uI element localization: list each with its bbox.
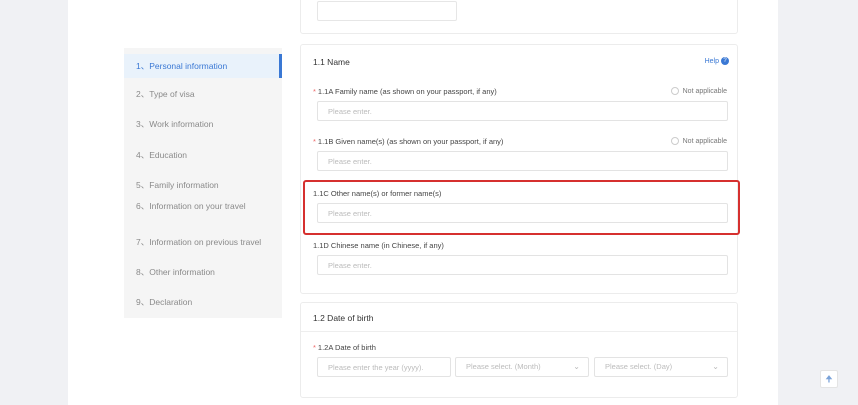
birth-year-input[interactable] — [317, 357, 451, 377]
family-name-label: * 1.1A Family name (as shown on your pass… — [313, 87, 497, 96]
section-title: 1.1 Name — [313, 57, 350, 67]
birth-day-select[interactable]: Please select. (Day) ⌄ — [594, 357, 728, 377]
sidebar-item-personal-information[interactable]: 1、Personal information — [124, 54, 282, 78]
dob-label: * 1.2A Date of birth — [313, 343, 376, 352]
sidebar-item-education[interactable]: 4、Education — [124, 143, 282, 167]
radio-circle-icon[interactable] — [670, 87, 679, 95]
sidebar-item-declaration[interactable]: 9、Declaration — [124, 290, 282, 314]
radio-circle-icon[interactable] — [670, 137, 679, 145]
dob-section-panel: 1.2 Date of birth * 1.2A Date of birth Pl… — [300, 302, 738, 398]
section-divider — [301, 331, 737, 332]
previous-section-panel — [300, 0, 738, 34]
required-marker: * — [313, 137, 316, 146]
arrow-up-icon: 🠉 — [825, 374, 833, 384]
other-names-label: 1.1C Other name(s) or former name(s) — [313, 189, 442, 198]
chinese-name-input[interactable] — [317, 255, 728, 275]
required-marker: * — [313, 343, 316, 352]
given-name-input[interactable] — [317, 151, 728, 171]
scroll-to-top-button[interactable]: 🠉 — [820, 370, 838, 388]
previous-section-input[interactable] — [317, 1, 457, 21]
birth-month-select[interactable]: Please select. (Month) ⌄ — [455, 357, 589, 377]
other-names-input[interactable] — [317, 203, 728, 223]
family-name-input[interactable] — [317, 101, 728, 121]
sidebar-item-other-information[interactable]: 8、Other information — [124, 260, 282, 284]
name-section-panel: 1.1 Name Help ? * 1.1A Family name (as sh… — [300, 44, 738, 294]
required-marker: * — [313, 87, 316, 96]
question-circle-icon: ? — [721, 57, 729, 65]
sidebar-item-previous-travel[interactable]: 7、Information on previous travel — [124, 230, 282, 254]
sidebar-item-travel-information[interactable]: 6、Information on your travel — [124, 194, 282, 218]
chevron-down-icon: ⌄ — [573, 362, 580, 371]
given-name-not-applicable[interactable]: Not applicable — [670, 137, 727, 145]
given-name-label: * 1.1B Given name(s) (as shown on your pa… — [313, 137, 504, 146]
sidebar-item-work-information[interactable]: 3、Work information — [124, 112, 282, 136]
section-title: 1.2 Date of birth — [313, 313, 374, 323]
chevron-down-icon: ⌄ — [712, 362, 719, 371]
help-label: Help — [704, 57, 719, 65]
chinese-name-label: 1.1D Chinese name (in Chinese, if any) — [313, 241, 444, 250]
family-name-not-applicable[interactable]: Not applicable — [670, 87, 727, 95]
section-nav-sidebar: 1、Personal information 2、Type of visa 3、… — [124, 48, 282, 318]
sidebar-item-type-of-visa[interactable]: 2、Type of visa — [124, 82, 282, 106]
help-link[interactable]: Help ? — [705, 57, 729, 65]
